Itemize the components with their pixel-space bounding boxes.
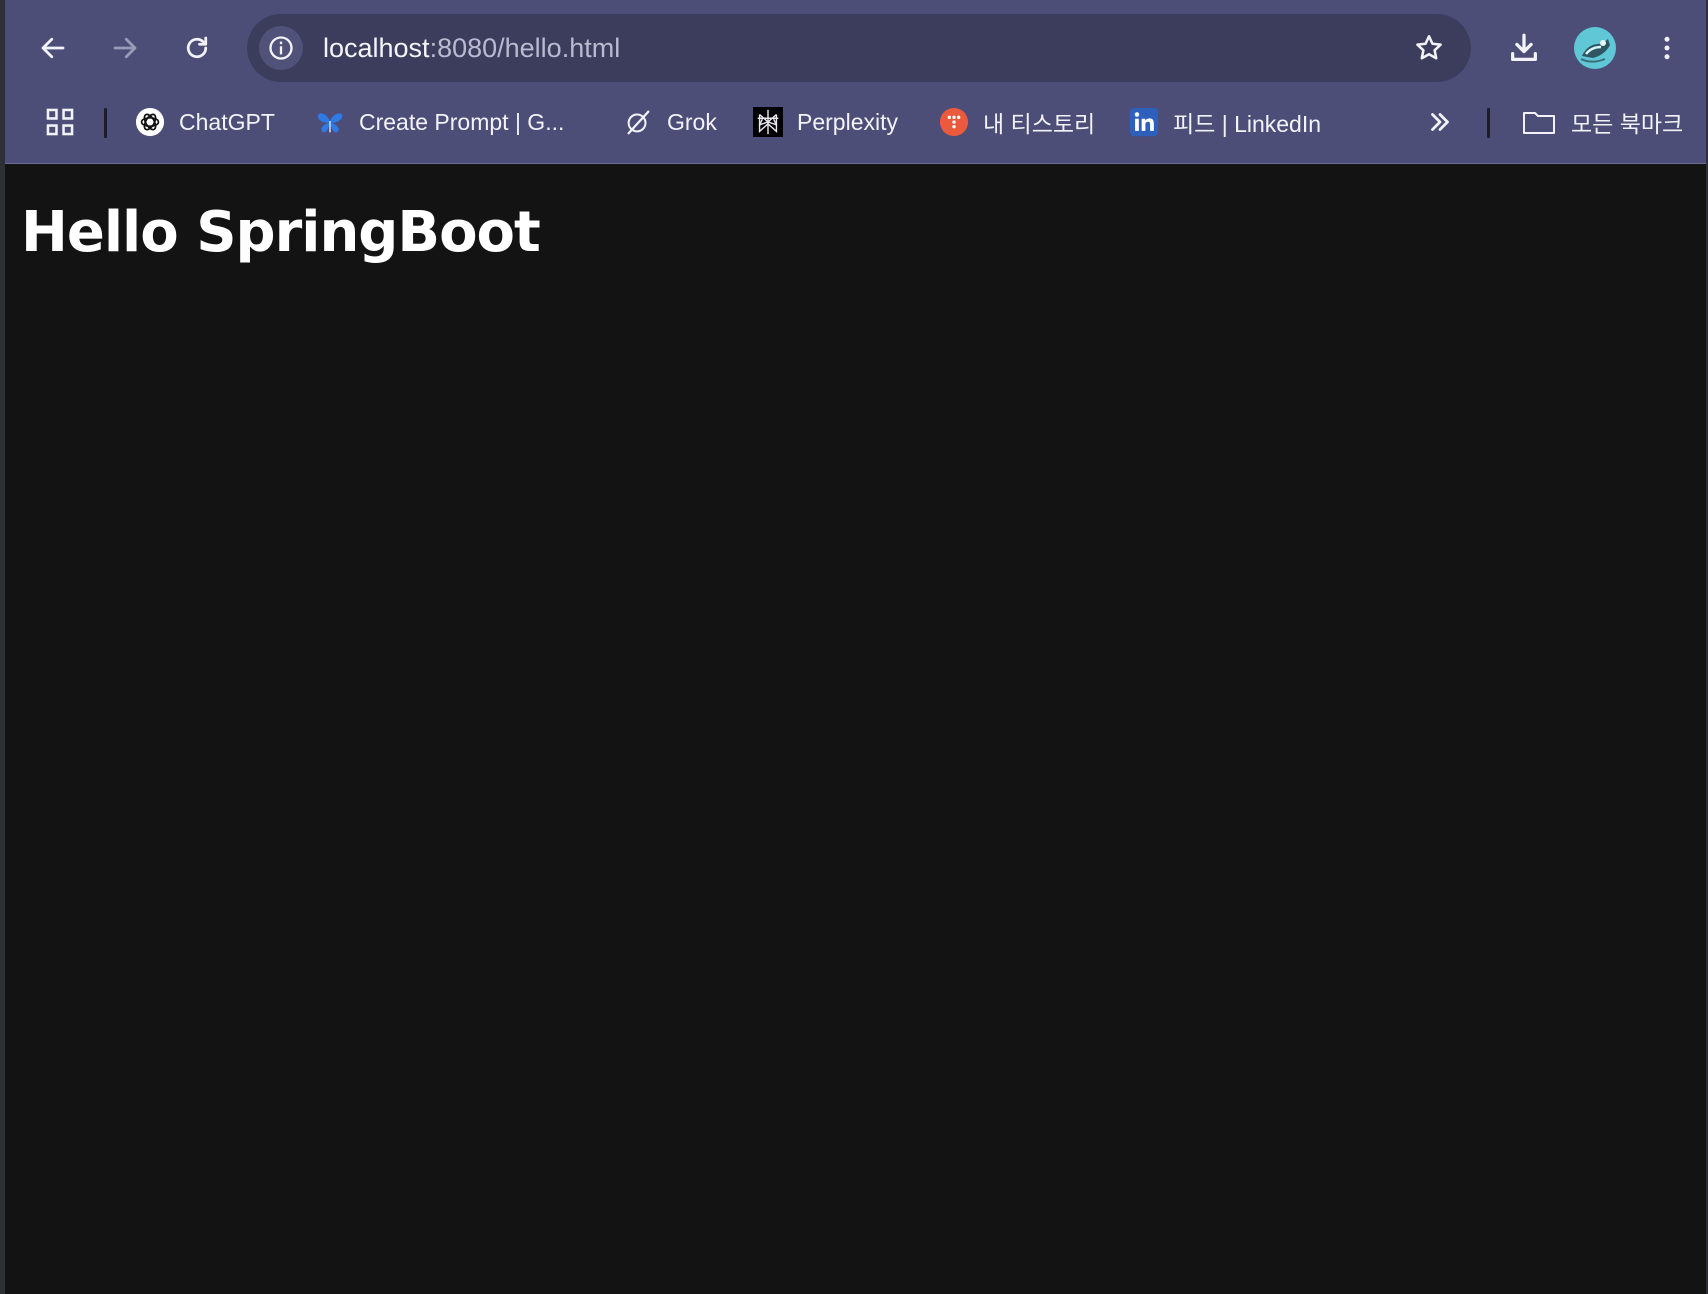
forward-button[interactable]	[101, 24, 149, 72]
bookmarks-divider	[1487, 108, 1490, 138]
arrow-left-icon	[41, 37, 65, 59]
bookmark-label: ChatGPT	[179, 108, 275, 135]
page-content: Hello SpringBoot	[5, 164, 1706, 1294]
back-button[interactable]	[29, 24, 77, 72]
bookmark-label: Perplexity	[797, 108, 898, 135]
menu-button[interactable]	[1643, 24, 1691, 72]
apps-grid-icon	[46, 108, 74, 136]
browser-chrome: localhost:8080/hello.html ChatGPT Create…	[5, 0, 1706, 164]
bookmark-tistory[interactable]: 내 티스토리	[939, 98, 1095, 146]
bookmark-star-button[interactable]	[1405, 24, 1453, 72]
bookmark-grok[interactable]: Grok	[623, 98, 717, 146]
bookmark-label: 내 티스토리	[983, 111, 1096, 137]
download-icon	[1511, 33, 1537, 61]
bookmark-label: Grok	[667, 108, 717, 135]
chatgpt-icon	[135, 107, 165, 137]
bookmark-perplexity[interactable]: Perplexity	[753, 98, 898, 146]
site-info-button[interactable]	[259, 26, 303, 70]
bookmark-linkedin[interactable]: 피드 | LinkedIn	[1129, 98, 1321, 146]
bookmarks-overflow-button[interactable]	[1425, 98, 1455, 146]
butterfly-icon	[315, 107, 345, 137]
bookmark-label: Create Prompt | G...	[359, 108, 565, 135]
chevron-double-right-icon	[1431, 113, 1449, 131]
arrow-right-icon	[113, 37, 137, 59]
all-bookmarks-button[interactable]: 모든 북마크	[1521, 98, 1683, 146]
folder-icon	[1521, 107, 1557, 137]
url-text[interactable]: localhost:8080/hello.html	[323, 14, 620, 82]
url-host: localhost	[323, 33, 430, 63]
bookmark-chatgpt[interactable]: ChatGPT	[135, 98, 275, 146]
bookmarks-bar: ChatGPT Create Prompt | G... Grok Perple…	[5, 98, 1706, 146]
avatar	[1574, 27, 1616, 69]
url-path: :8080/hello.html	[429, 33, 621, 63]
tistory-icon	[939, 107, 969, 137]
page-title: Hello SpringBoot	[21, 200, 541, 265]
linkedin-icon	[1129, 107, 1159, 137]
grok-icon	[623, 107, 653, 137]
perplexity-icon	[753, 107, 783, 137]
address-bar[interactable]: localhost:8080/hello.html	[247, 14, 1471, 82]
kebab-menu-icon	[1664, 36, 1670, 60]
browser-toolbar: localhost:8080/hello.html	[5, 0, 1706, 96]
bookmark-create-prompt[interactable]: Create Prompt | G...	[315, 98, 564, 146]
star-icon	[1416, 35, 1442, 60]
download-button[interactable]	[1500, 24, 1548, 72]
all-bookmarks-label: 모든 북마크	[1571, 111, 1684, 137]
info-icon	[269, 36, 293, 60]
apps-button[interactable]	[43, 98, 77, 146]
reload-button[interactable]	[173, 24, 221, 72]
browser-window: localhost:8080/hello.html ChatGPT Create…	[0, 0, 1708, 1294]
profile-button[interactable]	[1571, 24, 1619, 72]
bookmark-label: 피드 | LinkedIn	[1173, 111, 1322, 137]
reload-icon	[186, 36, 208, 59]
bookmarks-divider	[104, 108, 107, 138]
